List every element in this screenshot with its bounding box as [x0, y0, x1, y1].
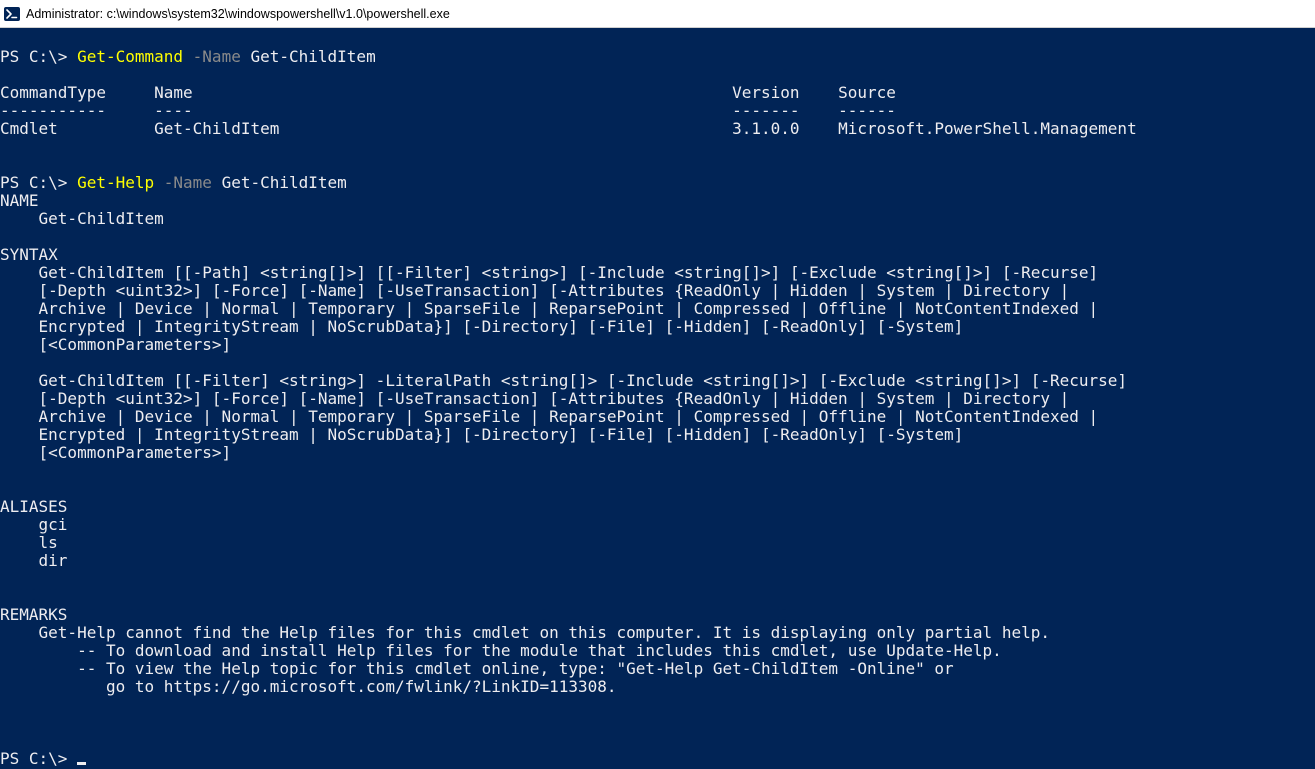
table-cell-commandtype: Cmdlet [0, 119, 58, 138]
help-syntax-line: Get-ChildItem [[-Path] <string[]>] [[-Fi… [0, 263, 1098, 282]
table-header-version: Version [732, 83, 799, 102]
prompt: PS C:\> [0, 749, 77, 768]
table-header-commandtype: CommandType [0, 83, 106, 102]
help-syntax-line: [-Depth <uint32>] [-Force] [-Name] [-Use… [0, 281, 1069, 300]
help-remarks-line: Get-Help cannot find the Help files for … [0, 623, 1050, 642]
help-alias: dir [0, 551, 67, 570]
table-cell-source: Microsoft.PowerShell.Management [838, 119, 1137, 138]
table-sep: ---- [154, 101, 193, 120]
help-syntax-line: [<CommonParameters>] [0, 443, 231, 462]
help-remarks-line: -- To download and install Help files fo… [0, 641, 1002, 660]
help-syntax-line: Encrypted | IntegrityStream | NoScrubDat… [0, 425, 963, 444]
table-header-source: Source [838, 83, 896, 102]
table-cell-name: Get-ChildItem [154, 119, 279, 138]
table-cell-version: 3.1.0.0 [732, 119, 799, 138]
cmdlet-name: Get-Command [77, 47, 183, 66]
help-syntax-line: [<CommonParameters>] [0, 335, 231, 354]
cmd-arg: Get-ChildItem [222, 173, 347, 192]
param-flag: -Name [154, 173, 221, 192]
param-flag: -Name [183, 47, 250, 66]
help-syntax-line: Get-ChildItem [[-Filter] <string>] -Lite… [0, 371, 1127, 390]
prompt: PS C:\> [0, 47, 77, 66]
help-remarks-line: go to https://go.microsoft.com/fwlink/?L… [0, 677, 617, 696]
help-alias: ls [0, 533, 58, 552]
help-section-header: ALIASES [0, 497, 67, 516]
window-titlebar[interactable]: Administrator: c:\windows\system32\windo… [0, 0, 1315, 28]
window-title: Administrator: c:\windows\system32\windo… [26, 7, 450, 21]
terminal-output[interactable]: PS C:\> Get-Command -Name Get-ChildItem … [0, 28, 1315, 768]
help-syntax-line: [-Depth <uint32>] [-Force] [-Name] [-Use… [0, 389, 1069, 408]
cursor [77, 762, 86, 765]
help-name-value: Get-ChildItem [0, 209, 164, 228]
help-section-header: NAME [0, 191, 39, 210]
help-alias: gci [0, 515, 67, 534]
cmd-arg: Get-ChildItem [250, 47, 375, 66]
table-header-name: Name [154, 83, 193, 102]
cmdlet-name: Get-Help [77, 173, 154, 192]
prompt: PS C:\> [0, 173, 77, 192]
help-remarks-line: -- To view the Help topic for this cmdle… [0, 659, 954, 678]
help-syntax-line: Encrypted | IntegrityStream | NoScrubDat… [0, 317, 963, 336]
powershell-icon [4, 6, 20, 22]
help-section-header: SYNTAX [0, 245, 58, 264]
table-sep: ------- [732, 101, 799, 120]
table-sep: ----------- [0, 101, 106, 120]
table-sep: ------ [838, 101, 896, 120]
help-section-header: REMARKS [0, 605, 67, 624]
help-syntax-line: Archive | Device | Normal | Temporary | … [0, 299, 1098, 318]
help-syntax-line: Archive | Device | Normal | Temporary | … [0, 407, 1098, 426]
